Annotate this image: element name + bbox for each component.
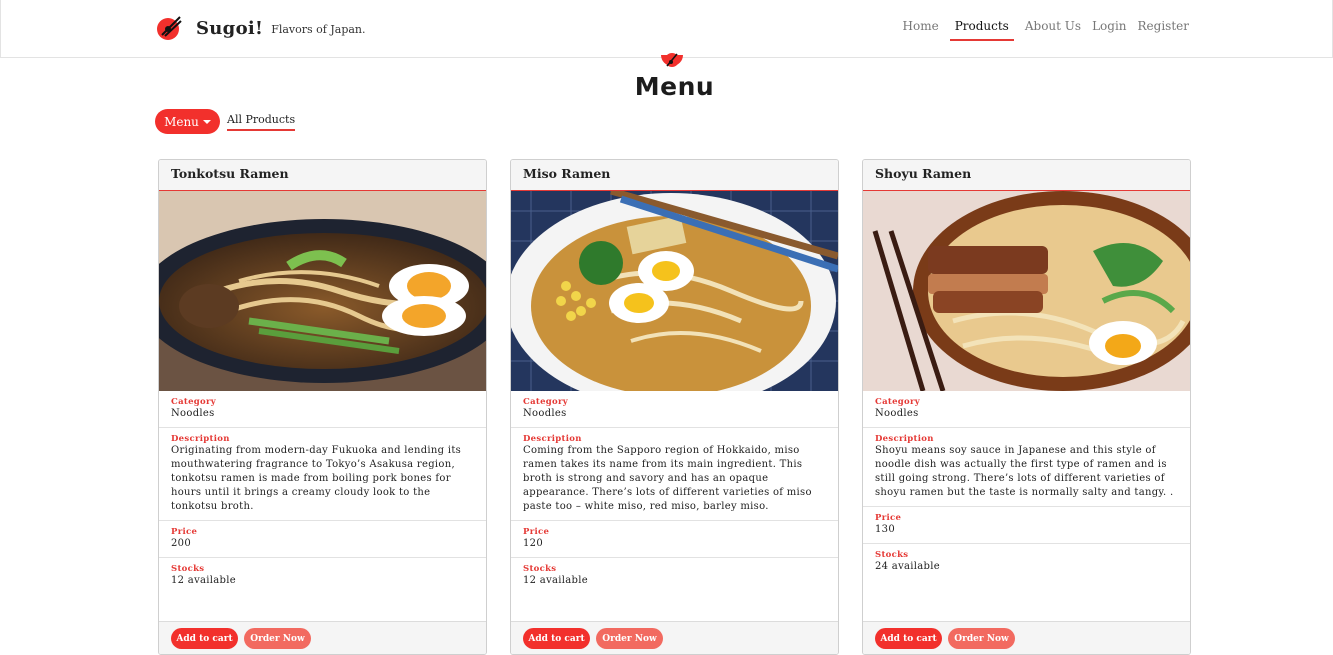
stocks-value: 12 available	[523, 575, 588, 586]
price-label: Price	[875, 513, 902, 523]
stocks-label: Stocks	[875, 550, 909, 560]
nav-links: Home Products About Us Login Register	[892, 19, 1189, 41]
order-now-button[interactable]: Order Now	[948, 628, 1015, 649]
product-card: Tonkotsu Ramen Category Noodles Descript…	[158, 159, 487, 655]
category-field: Category Noodles	[511, 391, 838, 428]
category-label: Category	[523, 397, 569, 407]
brand[interactable]: Sugoi! Flavors of Japan.	[156, 15, 366, 41]
brand-name: Sugoi!	[196, 17, 264, 39]
card-footer: Add to cart Order Now	[511, 621, 838, 654]
category-field: Category Noodles	[159, 391, 486, 428]
category-label: Category	[171, 397, 217, 407]
add-to-cart-button[interactable]: Add to cart	[171, 628, 238, 649]
navbar: Sugoi! Flavors of Japan. Home Products A…	[0, 0, 1333, 58]
description-value: Shoyu means soy sauce in Japanese and th…	[875, 445, 1174, 498]
price-value: 120	[523, 538, 543, 549]
price-field: Price 130	[863, 507, 1190, 544]
description-label: Description	[171, 434, 230, 444]
stocks-label: Stocks	[523, 564, 557, 574]
price-value: 130	[875, 524, 895, 535]
product-image	[511, 191, 838, 391]
description-value: Originating from modern-day Fukuoka and …	[171, 445, 462, 512]
price-label: Price	[171, 527, 198, 537]
product-image	[159, 191, 486, 391]
stocks-field: Stocks 12 available	[159, 558, 486, 594]
menu-button-label: Menu	[164, 114, 199, 129]
product-card: Miso Ramen Category Noodles Description …	[510, 159, 839, 655]
category-value: Noodles	[523, 408, 567, 419]
card-footer: Add to cart Order Now	[159, 621, 486, 654]
nav-login[interactable]: Login	[1092, 19, 1126, 41]
description-field: Description Shoyu means soy sauce in Jap…	[863, 428, 1190, 507]
caret-down-icon	[202, 119, 211, 124]
stocks-field: Stocks 24 available	[863, 544, 1190, 580]
stocks-value: 12 available	[171, 575, 236, 586]
card-footer: Add to cart Order Now	[863, 621, 1190, 654]
nav-about-us[interactable]: About Us	[1025, 19, 1081, 41]
product-image	[863, 191, 1190, 391]
description-label: Description	[875, 434, 934, 444]
order-now-button[interactable]: Order Now	[244, 628, 311, 649]
product-name: Miso Ramen	[511, 160, 838, 191]
category-label: Category	[875, 397, 921, 407]
menu-dropdown-button[interactable]: Menu	[155, 109, 220, 134]
price-label: Price	[523, 527, 550, 537]
add-to-cart-button[interactable]: Add to cart	[523, 628, 590, 649]
page-title: Menu	[634, 72, 715, 101]
product-name: Tonkotsu Ramen	[159, 160, 486, 191]
menu-emblem-icon	[660, 51, 684, 73]
add-to-cart-button[interactable]: Add to cart	[875, 628, 942, 649]
price-field: Price 200	[159, 521, 486, 558]
description-field: Description Originating from modern-day …	[159, 428, 486, 521]
stocks-value: 24 available	[875, 561, 940, 572]
nav-home[interactable]: Home	[903, 19, 939, 41]
description-value: Coming from the Sapporo region of Hokkai…	[523, 445, 812, 512]
brand-tagline: Flavors of Japan.	[271, 22, 366, 36]
category-field: Category Noodles	[863, 391, 1190, 428]
price-value: 200	[171, 538, 191, 549]
description-field: Description Coming from the Sapporo regi…	[511, 428, 838, 521]
category-value: Noodles	[875, 408, 919, 419]
product-name: Shoyu Ramen	[863, 160, 1190, 191]
chopsticks-logo-icon	[156, 15, 182, 41]
stocks-field: Stocks 12 available	[511, 558, 838, 594]
description-label: Description	[523, 434, 582, 444]
nav-register[interactable]: Register	[1138, 19, 1189, 41]
nav-products[interactable]: Products	[949, 19, 1014, 41]
category-value: Noodles	[171, 408, 215, 419]
price-field: Price 120	[511, 521, 838, 558]
stocks-label: Stocks	[171, 564, 205, 574]
all-products-filter[interactable]: All Products	[227, 113, 296, 131]
order-now-button[interactable]: Order Now	[596, 628, 663, 649]
product-card: Shoyu Ramen Category Noodles Description…	[862, 159, 1191, 655]
